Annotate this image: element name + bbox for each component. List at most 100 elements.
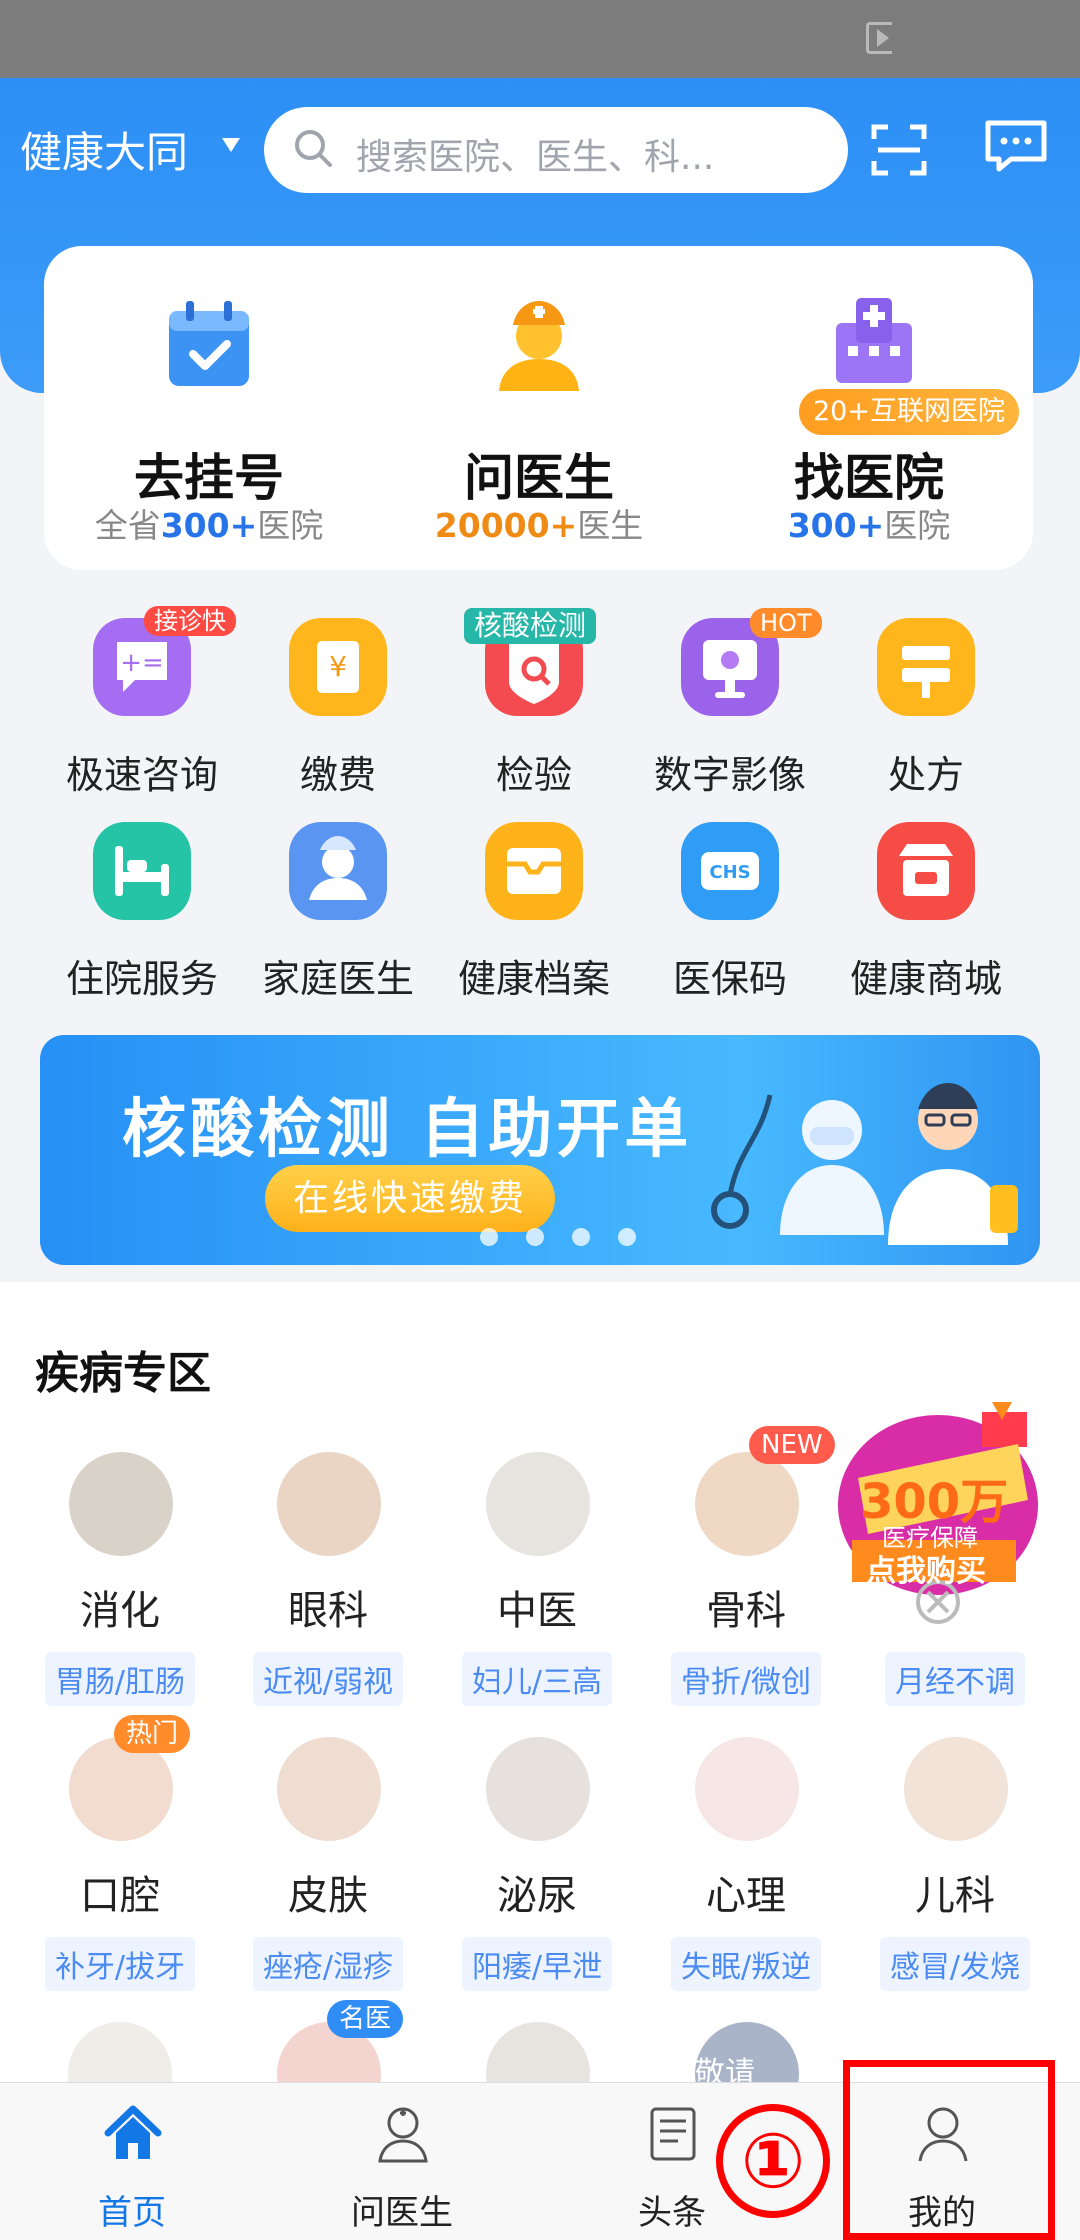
nav-ask-doctor-label: 问医生 [351, 2193, 453, 2233]
service-insurance-code-label: 医保码 [672, 957, 787, 1001]
disease-tag: 感冒/发烧 [855, 1937, 1055, 1991]
service-lab-test-label: 检验 [495, 753, 572, 797]
hospital-icon [836, 298, 912, 383]
disease-name: 口腔 [80, 1873, 160, 1919]
main-actions-card: 去挂号 全省300+医院 问医生 20000+医生 20+互联网医院 找医院 3… [44, 246, 1033, 570]
search-placeholder: 搜索医院、医生、科... [356, 137, 715, 178]
service-prescription-label: 处方 [887, 753, 964, 797]
bed-icon [93, 822, 191, 920]
carousel-dot [480, 1228, 498, 1246]
news-icon [650, 2107, 696, 2161]
service-lab-test-badge: 核酸检测 [464, 608, 597, 644]
nav-home-label: 首页 [98, 2193, 166, 2233]
disease-ophthalmology[interactable]: 眼科 近视/弱视 [228, 1452, 428, 1706]
famous-doctor-badge: 名医 [327, 2000, 404, 2038]
svg-text:¥: ¥ [329, 650, 347, 683]
top-header: 健康大同 搜索医院、医生、科... [0, 107, 1080, 195]
disease-urology[interactable]: 泌尿 阳痿/早泄 [437, 1737, 637, 1991]
service-digital-image[interactable]: HOT 数字影像 [632, 600, 828, 797]
insurance-code-icon: CHS [681, 822, 779, 920]
nav-home[interactable]: 首页 [22, 2083, 242, 2240]
svg-text:CHS: CHS [709, 862, 750, 883]
disease-pediatrics[interactable]: 儿科 感冒/发烧 [855, 1737, 1055, 1991]
disease-dermatology[interactable]: 皮肤 痤疮/湿疹 [228, 1737, 428, 1991]
ophthalmology-avatar [277, 1452, 381, 1556]
service-inpatient-label: 住院服务 [65, 957, 218, 1001]
service-health-record[interactable]: 健康档案 [436, 804, 632, 1001]
disease-tag: 近视/弱视 [228, 1652, 428, 1706]
disease-stomatology[interactable]: 热门 口腔 补牙/拔牙 [20, 1715, 220, 1991]
message-icon[interactable] [982, 117, 1050, 175]
service-insurance-code[interactable]: CHS 医保码 [632, 804, 828, 1001]
calendar-icon [169, 301, 249, 386]
shop-icon [877, 822, 975, 920]
find-hospital-card[interactable]: 20+互联网医院 找医院 300+医院 [704, 246, 1034, 570]
payment-icon: ¥ [289, 618, 387, 716]
city-dropdown-icon[interactable] [222, 138, 240, 152]
disease-tag: 胃肠/肛肠 [20, 1652, 220, 1706]
disease-digestive[interactable]: 消化 胃肠/肛肠 [20, 1452, 220, 1706]
service-health-record-label: 健康档案 [457, 957, 610, 1001]
banner-button[interactable]: 在线快速缴费 [265, 1165, 555, 1232]
service-inpatient[interactable]: 住院服务 [44, 804, 240, 1001]
service-fast-consult-badge: 接诊快 [144, 606, 236, 636]
disease-tag: 阳痿/早泄 [437, 1937, 637, 1991]
service-fast-consult[interactable]: += 接诊快 极速咨询 [44, 600, 240, 797]
disease-name: 泌尿 [497, 1873, 577, 1919]
service-digital-image-badge: HOT [750, 608, 822, 638]
search-input[interactable]: 搜索医院、医生、科... [264, 107, 848, 193]
service-lab-test[interactable]: 核酸检测 检验 [436, 600, 632, 797]
service-family-doctor-label: 家庭医生 [261, 957, 414, 1001]
status-bar [0, 0, 1080, 78]
carousel-indicator [480, 1228, 680, 1248]
disease-tag: 妇儿/三高 [437, 1652, 637, 1706]
service-payment[interactable]: ¥ 缴费 [240, 600, 436, 797]
doctor-nav-icon [378, 2107, 428, 2163]
disease-tag: 月经不调 [855, 1652, 1055, 1706]
pediatrics-avatar [904, 1737, 1008, 1841]
floating-insurance-promo[interactable]: 300万 医疗保障 点我购买 [832, 1400, 1054, 1632]
banner-title: 核酸检测 自助开单 [122, 1093, 693, 1167]
disease-name: 皮肤 [288, 1873, 368, 1919]
ask-doctor-card[interactable]: 问医生 20000+医生 [374, 246, 704, 570]
register-card[interactable]: 去挂号 全省300+医院 [44, 246, 374, 570]
annotation-highlight-box [843, 2060, 1055, 2240]
new-badge: NEW [749, 1426, 835, 1464]
disease-psychology[interactable]: 心理 失眠/叛逆 [646, 1737, 846, 1991]
home-icon [104, 2105, 162, 2159]
service-family-doctor[interactable]: 家庭医生 [240, 804, 436, 1001]
tcm-avatar [486, 1452, 590, 1556]
internet-hospital-badge: 20+互联网医院 [799, 389, 1019, 435]
digestive-avatar [69, 1452, 173, 1556]
doctor-icon [289, 822, 387, 920]
psychology-avatar [695, 1737, 799, 1841]
carousel-dot [526, 1228, 544, 1246]
disease-name: 消化 [80, 1588, 160, 1634]
ask-doctor-subtitle: 20000+医生 [434, 506, 644, 545]
prescription-icon [877, 618, 975, 716]
scan-icon[interactable] [870, 121, 928, 179]
carousel-dot [572, 1228, 590, 1246]
service-digital-image-label: 数字影像 [653, 753, 806, 797]
annotation-step-number: ① [716, 2104, 830, 2218]
disease-section-title: 疾病专区 [35, 1348, 211, 1399]
find-hospital-subtitle: 300+医院 [787, 506, 951, 545]
svg-text:+=: += [120, 648, 164, 678]
register-subtitle: 全省300+医院 [94, 506, 324, 545]
service-health-shop[interactable]: 健康商城 [828, 804, 1024, 1001]
disease-orthopedics[interactable]: NEW 骨科 骨折/微创 [646, 1426, 846, 1706]
city-selector[interactable]: 健康大同 [20, 119, 188, 180]
urology-avatar [486, 1737, 590, 1841]
disease-tag: 骨折/微创 [646, 1652, 846, 1706]
disease-name: 儿科 [915, 1873, 995, 1919]
service-grid: += 接诊快 极速咨询 ¥ 缴费 核酸检测 检验 HOT 数字影像 处方 住院服… [0, 600, 1080, 1001]
service-payment-label: 缴费 [299, 753, 376, 797]
nav-ask-doctor[interactable]: 问医生 [292, 2083, 512, 2240]
doctor-avatar-icon [499, 301, 579, 391]
carousel-dot [618, 1228, 636, 1246]
service-prescription[interactable]: 处方 [828, 600, 1024, 797]
promo-button[interactable]: 点我购买 [866, 1546, 986, 1590]
nucleic-acid-banner[interactable]: 核酸检测 自助开单 在线快速缴费 [40, 1035, 1040, 1265]
disease-tcm[interactable]: 中医 妇儿/三高 [437, 1452, 637, 1706]
dermatology-avatar [277, 1737, 381, 1841]
